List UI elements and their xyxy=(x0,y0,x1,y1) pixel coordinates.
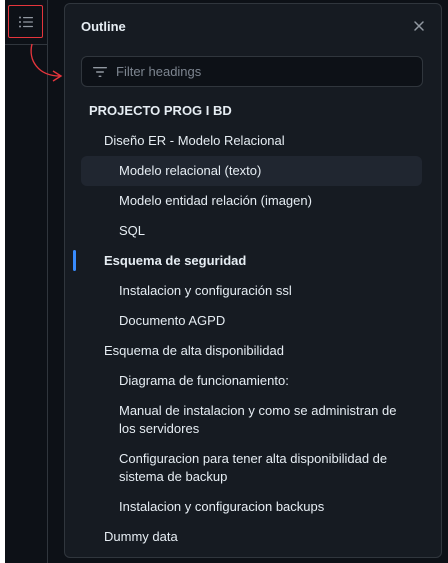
screenshot: Outline PROJECTO PROG I BD Diseño ER - M… xyxy=(0,0,448,563)
heading-item[interactable]: PROJECTO PROG I BD xyxy=(81,96,422,126)
filter-icon xyxy=(93,67,107,77)
heading-item[interactable]: Modelo relacional (texto) xyxy=(81,156,422,186)
panel-title: Outline xyxy=(81,19,126,34)
heading-item[interactable]: Dummy data xyxy=(81,522,422,552)
heading-item[interactable]: SQL xyxy=(81,216,422,246)
heading-item[interactable]: Manual de instalacion y como se administ… xyxy=(81,396,422,444)
close-icon xyxy=(414,21,424,31)
heading-item[interactable]: Diagrama de funcionamiento: xyxy=(81,366,422,396)
list-unordered-icon xyxy=(18,16,33,27)
heading-item[interactable]: Configuracion para tener alta disponibil… xyxy=(81,444,422,492)
active-heading-indicator xyxy=(73,250,76,271)
heading-item[interactable]: Documento AGPD xyxy=(81,306,422,336)
heading-item[interactable]: Instalacion y configuracion backups xyxy=(81,492,422,522)
annotation-arrow xyxy=(30,43,63,82)
outline-toggle-button[interactable] xyxy=(8,5,43,38)
heading-item[interactable]: Modelo entidad relación (imagen) xyxy=(81,186,422,216)
outline-panel: Outline PROJECTO PROG I BD Diseño ER - M… xyxy=(64,3,442,558)
filter-field[interactable] xyxy=(81,56,423,87)
heading-item[interactable]: Diseño ER - Modelo Relacional xyxy=(81,126,422,156)
heading-item[interactable]: Esquema de seguridad xyxy=(81,246,422,276)
close-button[interactable] xyxy=(411,18,427,34)
heading-item[interactable]: Instalacion y configuración ssl xyxy=(81,276,422,306)
heading-item[interactable]: Esquema de alta disponibilidad xyxy=(81,336,422,366)
filter-headings-input[interactable] xyxy=(116,57,416,86)
